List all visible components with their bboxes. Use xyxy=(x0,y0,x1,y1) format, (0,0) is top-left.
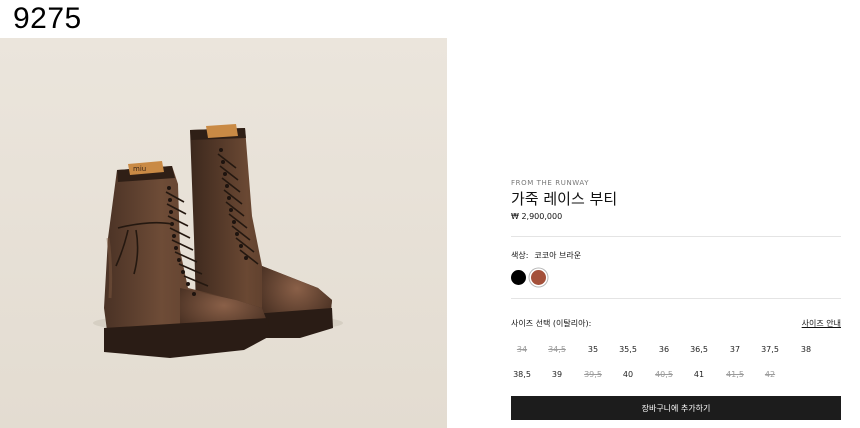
color-swatch-cocoa-brown[interactable] xyxy=(531,270,546,285)
product-title: 가죽 레이스 부티 xyxy=(511,190,618,208)
product-price: ₩ 2,900,000 xyxy=(511,212,563,221)
page-id-label: 9275 xyxy=(13,2,82,35)
size-select-label: 사이즈 선택 (이탈리아): xyxy=(511,319,592,328)
size-option-35[interactable]: 35 xyxy=(577,345,609,354)
selected-color-name: 코코아 브라운 xyxy=(534,251,582,260)
size-option-34[interactable]: 34 xyxy=(506,345,538,354)
product-image[interactable]: miu xyxy=(0,38,447,428)
divider xyxy=(511,236,841,237)
size-option-36[interactable]: 36 xyxy=(648,345,680,354)
size-option-35-5[interactable]: 35,5 xyxy=(612,345,644,354)
size-option-37[interactable]: 37 xyxy=(719,345,751,354)
color-label: 색상: xyxy=(511,251,529,260)
size-option-41-5[interactable]: 41,5 xyxy=(719,370,751,379)
size-option-40[interactable]: 40 xyxy=(612,370,644,379)
add-to-cart-button[interactable]: 장바구니에 추가하기 xyxy=(511,396,841,420)
size-option-37-5[interactable]: 37,5 xyxy=(754,345,786,354)
collection-eyebrow: FROM THE RUNWAY xyxy=(511,179,590,187)
size-option-40-5[interactable]: 40,5 xyxy=(648,370,680,379)
size-option-42[interactable]: 42 xyxy=(754,370,786,379)
size-option-34-5[interactable]: 34,5 xyxy=(541,345,573,354)
size-option-39-5[interactable]: 39,5 xyxy=(577,370,609,379)
boots-illustration: miu xyxy=(0,38,447,428)
divider xyxy=(511,298,841,299)
size-option-38-5[interactable]: 38,5 xyxy=(506,370,538,379)
size-option-39[interactable]: 39 xyxy=(541,370,573,379)
size-guide-link[interactable]: 사이즈 안내 xyxy=(802,318,841,329)
svg-text:miu: miu xyxy=(133,165,146,173)
color-swatch-black[interactable] xyxy=(511,270,526,285)
size-option-41[interactable]: 41 xyxy=(683,370,715,379)
color-selection: 색상: 코코아 브라운 xyxy=(511,250,581,261)
size-option-38[interactable]: 38 xyxy=(790,345,822,354)
size-option-36-5[interactable]: 36,5 xyxy=(683,345,715,354)
